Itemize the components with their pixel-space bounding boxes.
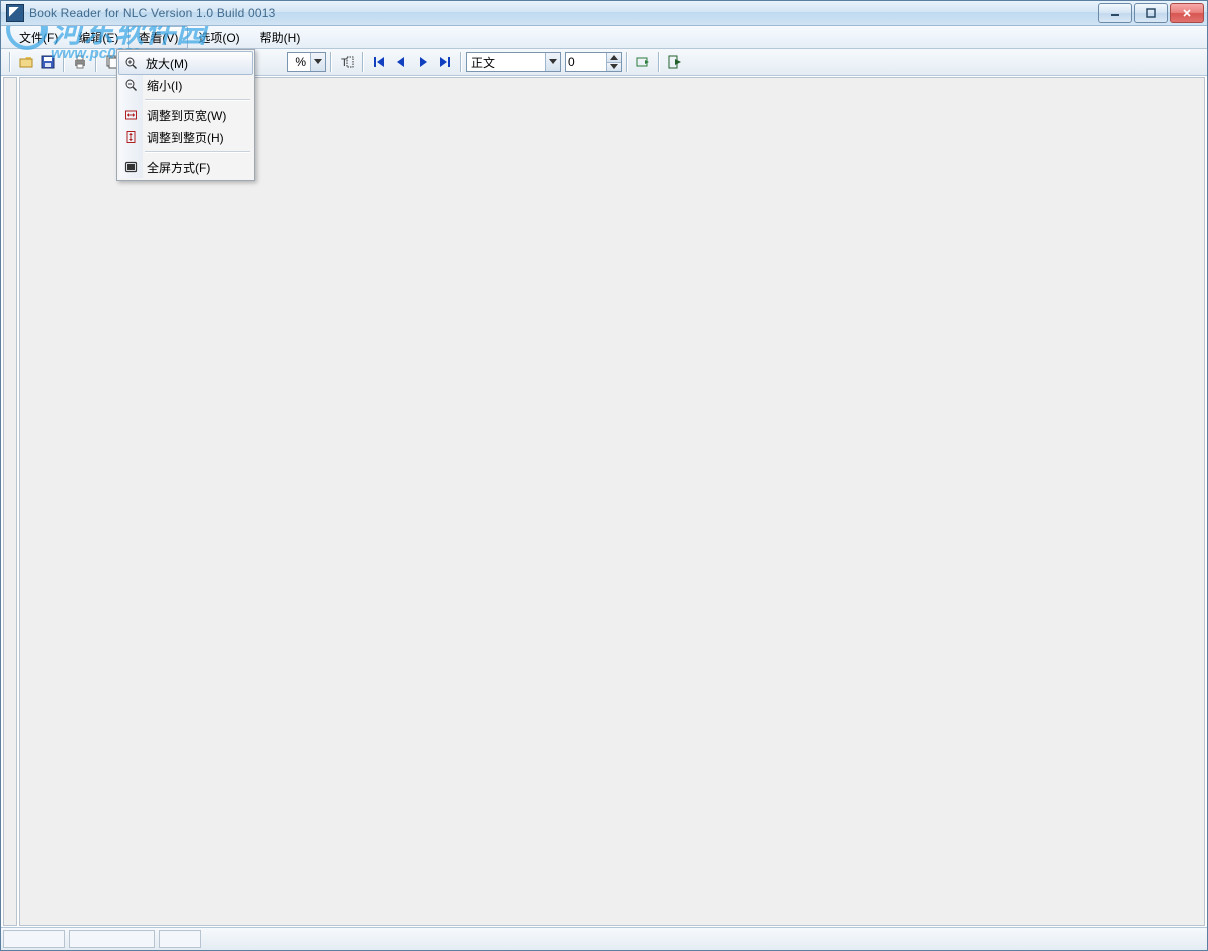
section-value: 正文 <box>467 54 545 71</box>
menu-zoom-in[interactable]: 放大(M) <box>118 51 253 75</box>
menu-zoom-out[interactable]: 缩小(I) <box>119 74 252 96</box>
status-cell-3 <box>159 930 201 948</box>
page-input[interactable] <box>566 54 606 70</box>
menu-zoom-out-label: 缩小(I) <box>147 77 182 94</box>
app-window: 河东软件园 www.pc0359.cn Book Reader for NLC … <box>0 0 1208 951</box>
dropdown-arrow-icon[interactable] <box>310 53 325 71</box>
zoom-out-icon <box>123 77 139 93</box>
toolbar-separator <box>626 52 628 72</box>
toolbar-separator <box>362 52 364 72</box>
menu-view[interactable]: 查看(V) <box>128 26 188 49</box>
menu-fit-page[interactable]: 调整到整页(H) <box>119 126 252 148</box>
menu-fit-width[interactable]: 调整到页宽(W) <box>119 104 252 126</box>
toolbar-separator <box>460 52 462 72</box>
menu-fullscreen-label: 全屏方式(F) <box>147 159 210 176</box>
page-spinner[interactable] <box>565 52 622 72</box>
window-controls <box>1098 3 1204 23</box>
fit-width-icon <box>123 107 139 123</box>
window-title: Book Reader for NLC Version 1.0 Build 00… <box>29 6 276 20</box>
nav-first-button[interactable] <box>369 52 389 72</box>
menu-fit-width-label: 调整到页宽(W) <box>147 107 226 124</box>
menubar: 文件(F) 编辑(E) 查看(V) 选项(O) 帮助(H) <box>1 26 1207 49</box>
fit-page-icon <box>123 129 139 145</box>
maximize-button[interactable] <box>1134 3 1168 23</box>
content-area <box>1 75 1207 928</box>
fullscreen-icon <box>123 159 139 175</box>
view-dropdown-menu: 放大(M) 缩小(I) 调整到页宽(W) 调整到整页(H) 全屏方式 <box>116 49 255 181</box>
section-dropdown[interactable]: 正文 <box>466 52 561 72</box>
app-icon <box>6 4 24 22</box>
toolbar-separator <box>658 52 660 72</box>
toolbar-separator <box>330 52 332 72</box>
titlebar: Book Reader for NLC Version 1.0 Build 00… <box>1 1 1207 26</box>
zoom-percent-value: % <box>288 55 310 69</box>
menu-separator <box>145 99 250 101</box>
toolbar-separator <box>9 52 11 72</box>
exit-button[interactable] <box>665 52 685 72</box>
menu-zoom-in-label: 放大(M) <box>146 55 188 72</box>
toolbar-separator <box>95 52 97 72</box>
statusbar <box>1 927 1207 950</box>
page-spin-buttons[interactable] <box>606 53 621 71</box>
side-panel[interactable] <box>3 77 17 926</box>
open-button[interactable] <box>16 52 36 72</box>
menu-fullscreen[interactable]: 全屏方式(F) <box>119 156 252 178</box>
menu-edit[interactable]: 编辑(E) <box>68 26 128 49</box>
toolbar-separator <box>63 52 65 72</box>
menu-help[interactable]: 帮助(H) <box>250 26 311 49</box>
main-viewer[interactable] <box>19 77 1205 926</box>
save-button[interactable] <box>38 52 58 72</box>
status-cell-2 <box>69 930 155 948</box>
nav-last-button[interactable] <box>435 52 455 72</box>
menu-option[interactable]: 选项(O) <box>188 26 249 49</box>
menu-fit-page-label: 调整到整页(H) <box>147 129 224 146</box>
print-button[interactable] <box>70 52 90 72</box>
zoom-in-icon <box>123 55 139 71</box>
status-cell-1 <box>3 930 65 948</box>
nav-prev-button[interactable] <box>391 52 411 72</box>
zoom-percent-dropdown[interactable]: % <box>287 52 326 72</box>
close-button[interactable] <box>1170 3 1204 23</box>
nav-next-button[interactable] <box>413 52 433 72</box>
minimize-button[interactable] <box>1098 3 1132 23</box>
text-select-button[interactable]: T <box>337 52 357 72</box>
goto-button[interactable] <box>633 52 653 72</box>
menu-separator <box>145 151 250 153</box>
dropdown-arrow-icon[interactable] <box>545 53 560 71</box>
menu-file[interactable]: 文件(F) <box>9 26 68 49</box>
